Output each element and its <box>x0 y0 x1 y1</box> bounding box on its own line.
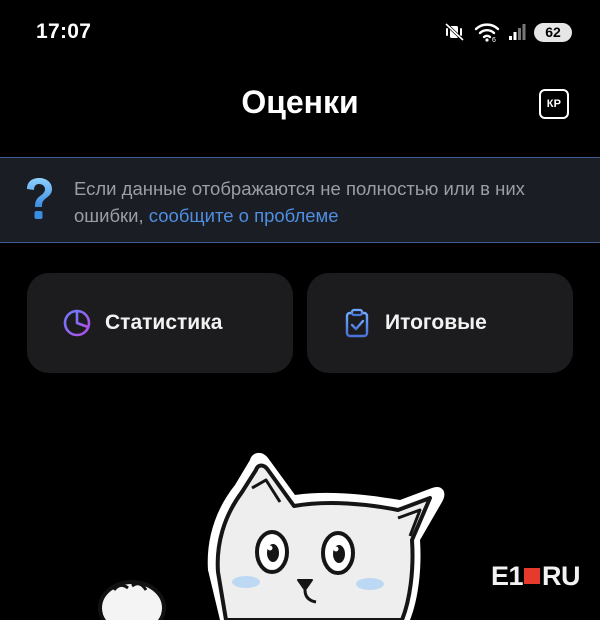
question-icon <box>27 178 52 219</box>
final-grades-card[interactable]: Итоговые <box>307 273 573 373</box>
watermark-red-square <box>524 568 540 584</box>
muted-vibrate-icon <box>444 22 465 42</box>
final-grades-label: Итоговые <box>385 311 487 334</box>
cat-mascot-illustration <box>98 452 445 620</box>
cards-row: Статистика Итоговые <box>27 273 573 373</box>
banner-text: Если данные отображаются не полностью ил… <box>74 175 574 229</box>
statistics-card[interactable]: Статистика <box>27 273 293 373</box>
page-title: Оценки <box>241 84 359 120</box>
e1-watermark-logo: E1 RU <box>490 560 581 591</box>
wifi-icon: 6 <box>474 23 500 43</box>
status-bar: 17:07 6 62 <box>0 0 600 62</box>
cat-paw <box>98 580 166 620</box>
watermark-text-ru: RU <box>542 560 581 591</box>
report-problem-link[interactable]: сообщите о проблеме <box>149 205 339 226</box>
info-banner: Если данные отображаются не полностью ил… <box>0 157 600 243</box>
pie-chart-icon <box>63 309 91 337</box>
watermark-text-e1: E1 <box>490 560 524 591</box>
status-time: 17:07 <box>36 20 92 43</box>
statistics-label: Статистика <box>105 311 223 334</box>
svg-text:6: 6 <box>492 37 496 43</box>
signal-icon <box>509 24 526 40</box>
clipboard-check-icon <box>345 308 369 338</box>
kp-button[interactable]: КР <box>539 89 569 119</box>
battery-icon: 62 <box>534 22 572 42</box>
header: Оценки КР <box>0 70 600 138</box>
status-icons: 6 62 <box>444 19 572 45</box>
